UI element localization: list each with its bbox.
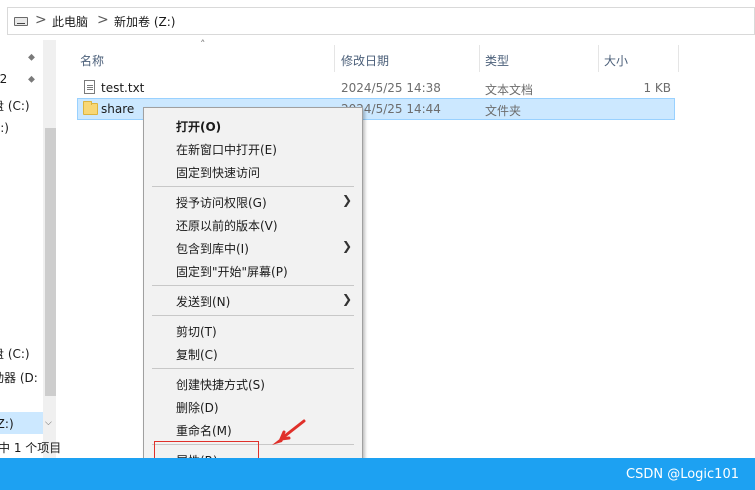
menu-separator <box>152 315 354 316</box>
menu-separator <box>152 285 354 286</box>
file-row-test-txt[interactable]: test.txt 2024/5/25 14:38 文本文档 1 KB <box>77 77 675 99</box>
watermark-text: CSDN @Logic101 <box>626 467 739 482</box>
chevron-right-icon: ❯ <box>341 292 352 306</box>
menu-item-open-new-window[interactable]: 在新窗口中打开(E) <box>144 137 362 159</box>
nav-item-drive-c[interactable]: 盘 (C:) <box>0 97 30 114</box>
pin-icon: ⬥ <box>28 52 35 63</box>
folder-icon <box>83 101 98 115</box>
drive-icon <box>14 17 28 26</box>
menu-separator <box>152 368 354 369</box>
taskbar: CSDN @Logic101 <box>0 458 755 490</box>
breadcrumb-volume-z[interactable]: 新加卷 (Z:) <box>114 13 175 30</box>
column-header-modified[interactable]: 修改日期 <box>336 45 480 72</box>
menu-item-send-to[interactable]: 发送到(N) ❯ <box>144 289 362 311</box>
menu-separator <box>152 186 354 187</box>
menu-item-delete[interactable]: 删除(D) <box>144 395 362 417</box>
nav-item-network[interactable]: :) <box>0 393 1 407</box>
menu-item-cut[interactable]: 剪切(T) <box>144 319 362 341</box>
file-type: 文本文档 <box>485 83 534 97</box>
nav-scrollbar[interactable]: ⌵ <box>43 40 56 460</box>
breadcrumb-separator-icon[interactable]: > <box>35 12 47 28</box>
annotation-arrow-icon <box>272 419 306 445</box>
nav-item-drive-d[interactable]: 动器 (D: <box>0 369 38 386</box>
pin-icon: ⬥ <box>28 74 35 85</box>
menu-item-rename[interactable]: 重命名(M) <box>144 418 362 440</box>
column-header-size[interactable]: 大小 <box>599 45 679 72</box>
breadcrumb-this-pc[interactable]: 此电脑 <box>52 13 88 30</box>
file-size: 1 KB <box>643 81 671 95</box>
menu-item-open[interactable]: 打开(O) <box>144 114 362 136</box>
file-name: test.txt <box>101 81 145 95</box>
file-modified: 2024/5/25 14:38 <box>341 81 441 95</box>
menu-item-pin-start[interactable]: 固定到"开始"屏幕(P) <box>144 259 362 281</box>
breadcrumb-separator-icon[interactable]: > <box>97 12 109 28</box>
chevron-right-icon: ❯ <box>341 239 352 253</box>
context-menu: 打开(O) 在新窗口中打开(E) 固定到快速访问 授予访问权限(G) ❯ 还原以… <box>143 107 363 475</box>
menu-item-grant-access[interactable]: 授予访问权限(G) ❯ <box>144 190 362 212</box>
chevron-right-icon: ❯ <box>341 193 352 207</box>
status-item-count: 中 1 个项目 <box>0 441 62 455</box>
folder-name: share <box>101 102 135 116</box>
menu-item-copy[interactable]: 复制(C) <box>144 342 362 364</box>
menu-item-create-shortcut[interactable]: 创建快捷方式(S) <box>144 372 362 394</box>
chevron-down-icon[interactable]: ⌵ <box>45 418 52 428</box>
menu-item-pin-quick-access[interactable]: 固定到快速访问 <box>144 160 362 182</box>
nav-item-drive-z[interactable]: Z:) <box>0 121 9 135</box>
column-header-name[interactable]: 名称 <box>75 45 335 72</box>
nav-scrollbar-thumb[interactable] <box>45 128 56 396</box>
status-bar: 中 1 个项目 <box>0 437 143 457</box>
text-file-icon <box>84 80 95 94</box>
column-header-type[interactable]: 类型 <box>480 45 599 72</box>
navigation-pane: 32 ⬥ ⬥ 盘 (C:) Z:) 盘 (C:) 动器 (D: :) (Z:) … <box>0 40 56 460</box>
nav-item-drive-c-2[interactable]: 盘 (C:) <box>0 345 30 362</box>
menu-item-include-library[interactable]: 包含到库中(I) ❯ <box>144 236 362 258</box>
menu-item-restore-versions[interactable]: 还原以前的版本(V) <box>144 213 362 235</box>
folder-type: 文件夹 <box>485 104 522 118</box>
address-bar[interactable]: > 此电脑 > 新加卷 (Z:) <box>7 7 755 35</box>
nav-item-quick-access[interactable]: 32 <box>0 72 7 86</box>
nav-item-drive-z-2[interactable]: (Z:) <box>0 417 14 431</box>
